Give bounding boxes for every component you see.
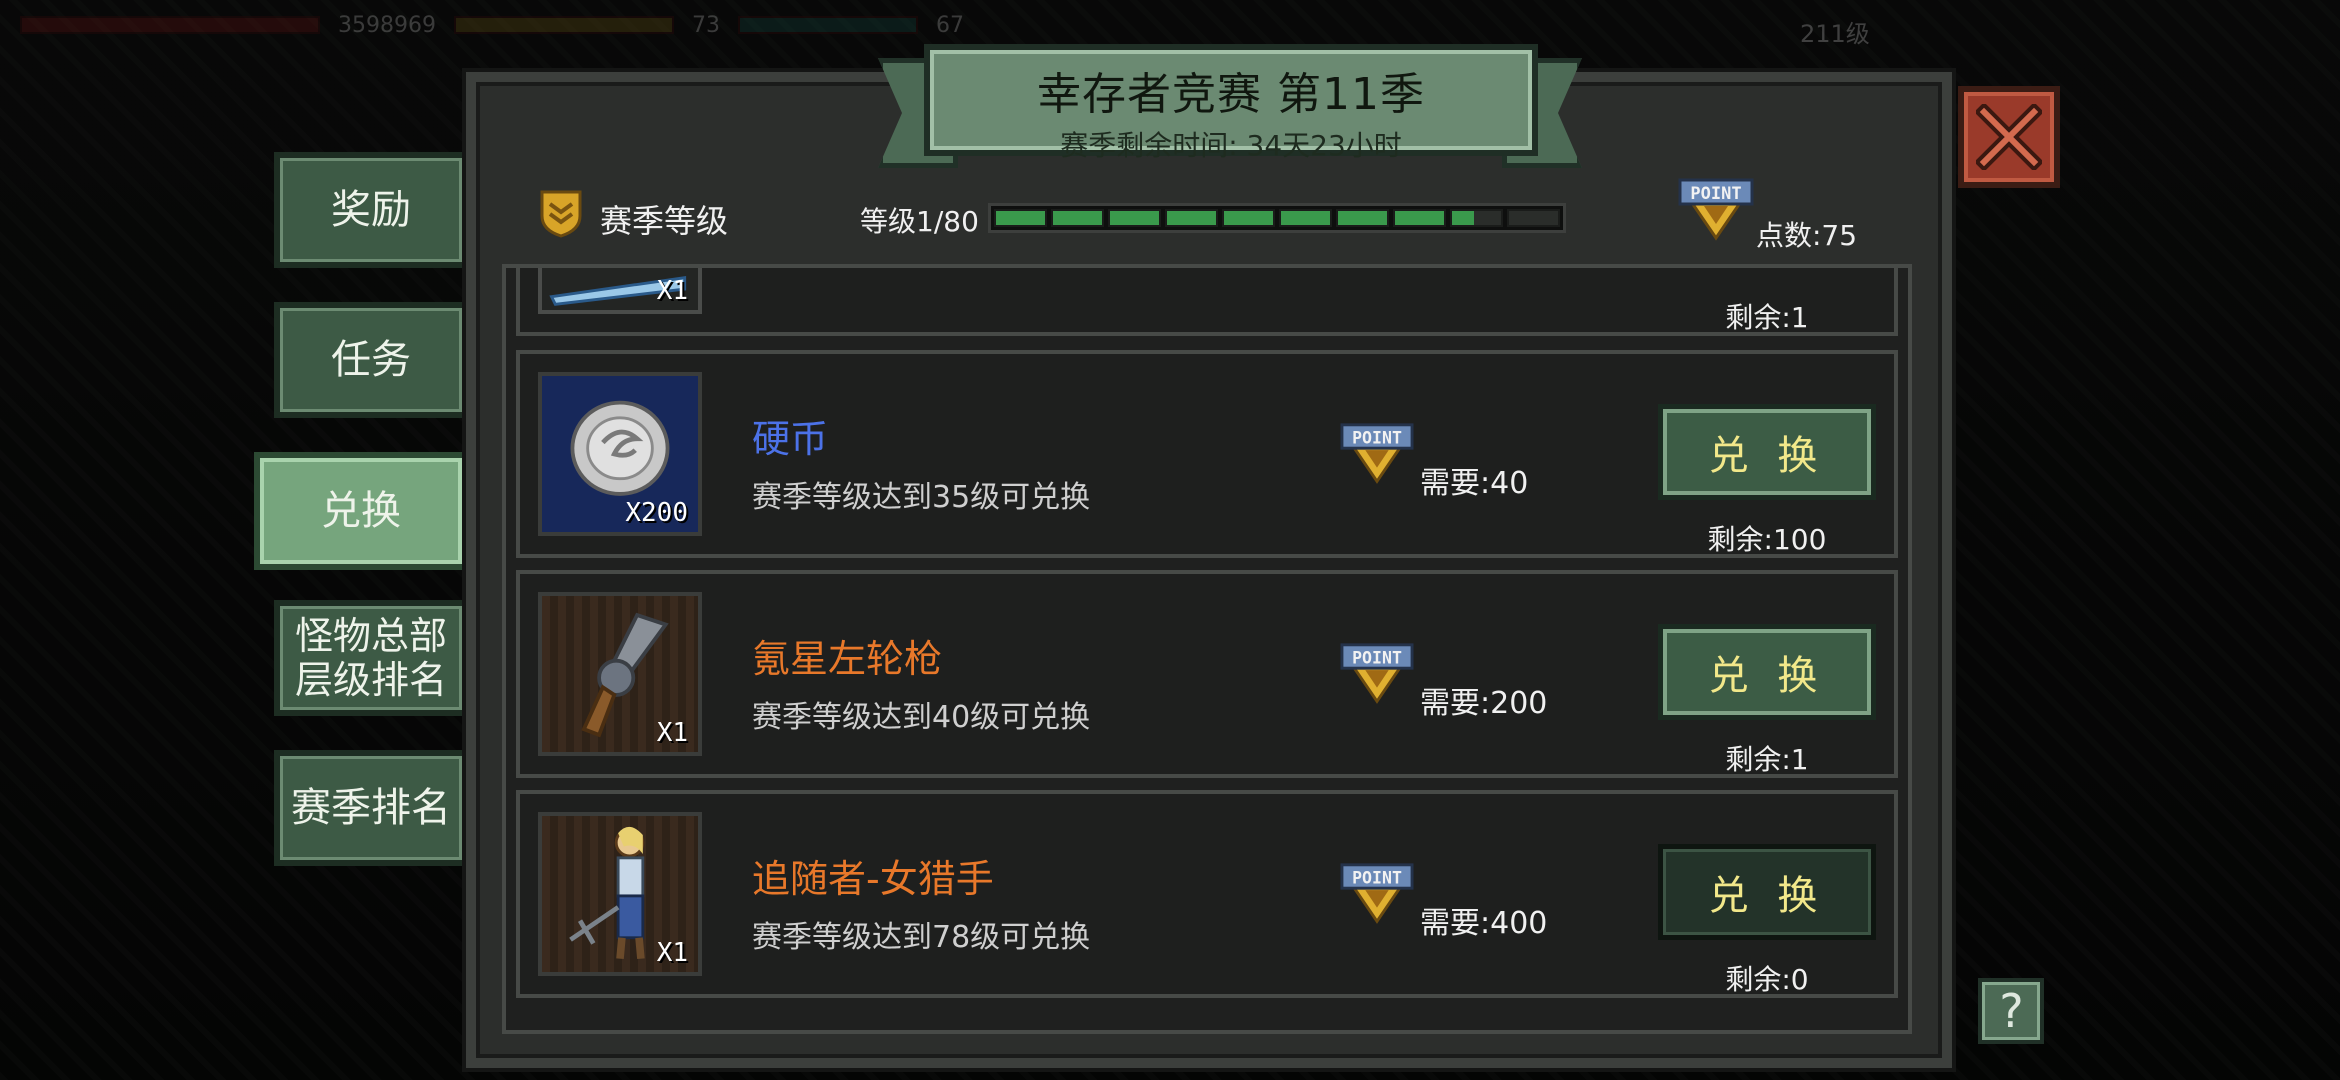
season-time-remaining: 赛季剩余时间: 34天23小时 <box>1060 129 1402 162</box>
item-thumbnail: X1 <box>538 812 702 976</box>
page-title: 幸存者竞赛 第11季 <box>1037 69 1425 120</box>
progress-segment <box>1051 209 1104 227</box>
stamina-bar <box>453 16 674 34</box>
question-icon: ? <box>1997 984 2025 1038</box>
item-remaining: 剩余:1 <box>1725 743 1809 776</box>
item-remaining: 剩余:100 <box>1707 523 1827 556</box>
progress-fill <box>1224 211 1273 225</box>
progress-fill <box>1281 211 1330 225</box>
hud-bar: 3598969 73 67 <box>20 12 964 38</box>
help-button[interactable]: ? <box>1978 978 2044 1044</box>
energy-value: 67 <box>935 12 964 38</box>
point-icon: POINT <box>1340 863 1414 924</box>
point-icon: POINT <box>1340 423 1414 484</box>
energy-bar <box>737 16 918 34</box>
item-cost: 需要:400 <box>1420 906 1548 941</box>
item-quantity: X200 <box>625 498 688 528</box>
item-name: 氪星左轮枪 <box>752 637 943 681</box>
progress-segment <box>1450 209 1503 227</box>
tab-rewards[interactable]: 奖励 <box>274 152 468 268</box>
item-remaining: 剩余:1 <box>1725 301 1809 334</box>
item-thumbnail: X1 <box>538 592 702 756</box>
list-item: X200 硬币 赛季等级达到35级可兑换 POINT 需要:40 兑 换 剩余:… <box>516 350 1898 558</box>
exchange-list[interactable]: X1 剩余:1 X200 硬币 赛季等级达到35级可兑换 POINT 需要:40… <box>502 268 1912 1028</box>
progress-segment <box>1165 209 1218 227</box>
close-icon <box>1976 104 2042 170</box>
progress-segment <box>1279 209 1332 227</box>
close-button[interactable] <box>1958 86 2060 188</box>
item-quantity: X1 <box>656 718 688 748</box>
item-thumbnail: X200 <box>538 372 702 536</box>
item-remaining: 剩余:0 <box>1725 963 1809 996</box>
progress-fill <box>1167 211 1216 225</box>
item-cost: 需要:40 <box>1420 466 1529 501</box>
point-badge-text: POINT <box>1352 648 1402 667</box>
points-badge-icon: POINT <box>1678 178 1754 241</box>
item-name: 追随者-女猎手 <box>752 857 994 901</box>
point-badge-text: POINT <box>1352 868 1402 887</box>
level-text: 等级1/80 <box>860 205 979 238</box>
progress-fill <box>1452 211 1475 225</box>
progress-fill <box>1110 211 1159 225</box>
exchange-button[interactable]: 兑 换 <box>1658 404 1876 500</box>
point-badge-text: POINT <box>1690 184 1741 204</box>
item-thumbnail: X1 <box>538 268 702 314</box>
tab-season-ranking[interactable]: 赛季排名 <box>274 750 468 866</box>
point-icon: POINT <box>1340 643 1414 704</box>
exchange-button-disabled[interactable]: 兑 换 <box>1658 844 1876 940</box>
list-item: X1 追随者-女猎手 赛季等级达到78级可兑换 POINT 需要:400 兑 换… <box>516 790 1898 998</box>
item-requirement: 赛季等级达到78级可兑换 <box>752 920 1091 955</box>
points-balance: 点数:75 <box>1756 219 1858 252</box>
tab-monster-hq-ranking[interactable]: 怪物总部 层级排名 <box>274 600 468 716</box>
item-name: 硬币 <box>752 417 829 461</box>
progress-fill <box>1395 211 1444 225</box>
item-cost: 需要:200 <box>1420 686 1548 721</box>
point-badge-text: POINT <box>1352 428 1402 447</box>
progress-segment <box>1108 209 1161 227</box>
hp-value: 3598969 <box>338 12 436 38</box>
progress-fill <box>1053 211 1102 225</box>
item-quantity: X1 <box>656 938 688 968</box>
progress-segment <box>994 209 1047 227</box>
list-item: X1 剩余:1 <box>516 268 1898 336</box>
item-requirement: 赛季等级达到35级可兑换 <box>752 480 1091 515</box>
item-quantity: X1 <box>656 276 688 306</box>
stamina-value: 73 <box>691 12 720 38</box>
tab-tasks[interactable]: 任务 <box>274 302 468 418</box>
exchange-button[interactable]: 兑 换 <box>1658 624 1876 720</box>
progress-fill <box>1338 211 1387 225</box>
season-rank-shield-icon <box>540 190 582 238</box>
progress-segment <box>1393 209 1446 227</box>
progress-segment <box>1222 209 1275 227</box>
header-ribbon: 幸存者竞赛 第11季 赛季剩余时间: 34天23小时 <box>924 44 1538 162</box>
progress-segment <box>1336 209 1389 227</box>
hp-bar <box>20 16 320 34</box>
item-requirement: 赛季等级达到40级可兑换 <box>752 700 1091 735</box>
progress-fill <box>996 211 1045 225</box>
list-item: X1 氪星左轮枪 赛季等级达到40级可兑换 POINT 需要:200 兑 换 剩… <box>516 570 1898 778</box>
player-level: 211级 <box>1800 20 1870 48</box>
tab-exchange[interactable]: 兑换 <box>254 452 468 570</box>
season-progress-bar <box>988 203 1566 233</box>
season-level-label: 赛季等级 <box>600 202 729 240</box>
progress-segment <box>1507 209 1560 227</box>
